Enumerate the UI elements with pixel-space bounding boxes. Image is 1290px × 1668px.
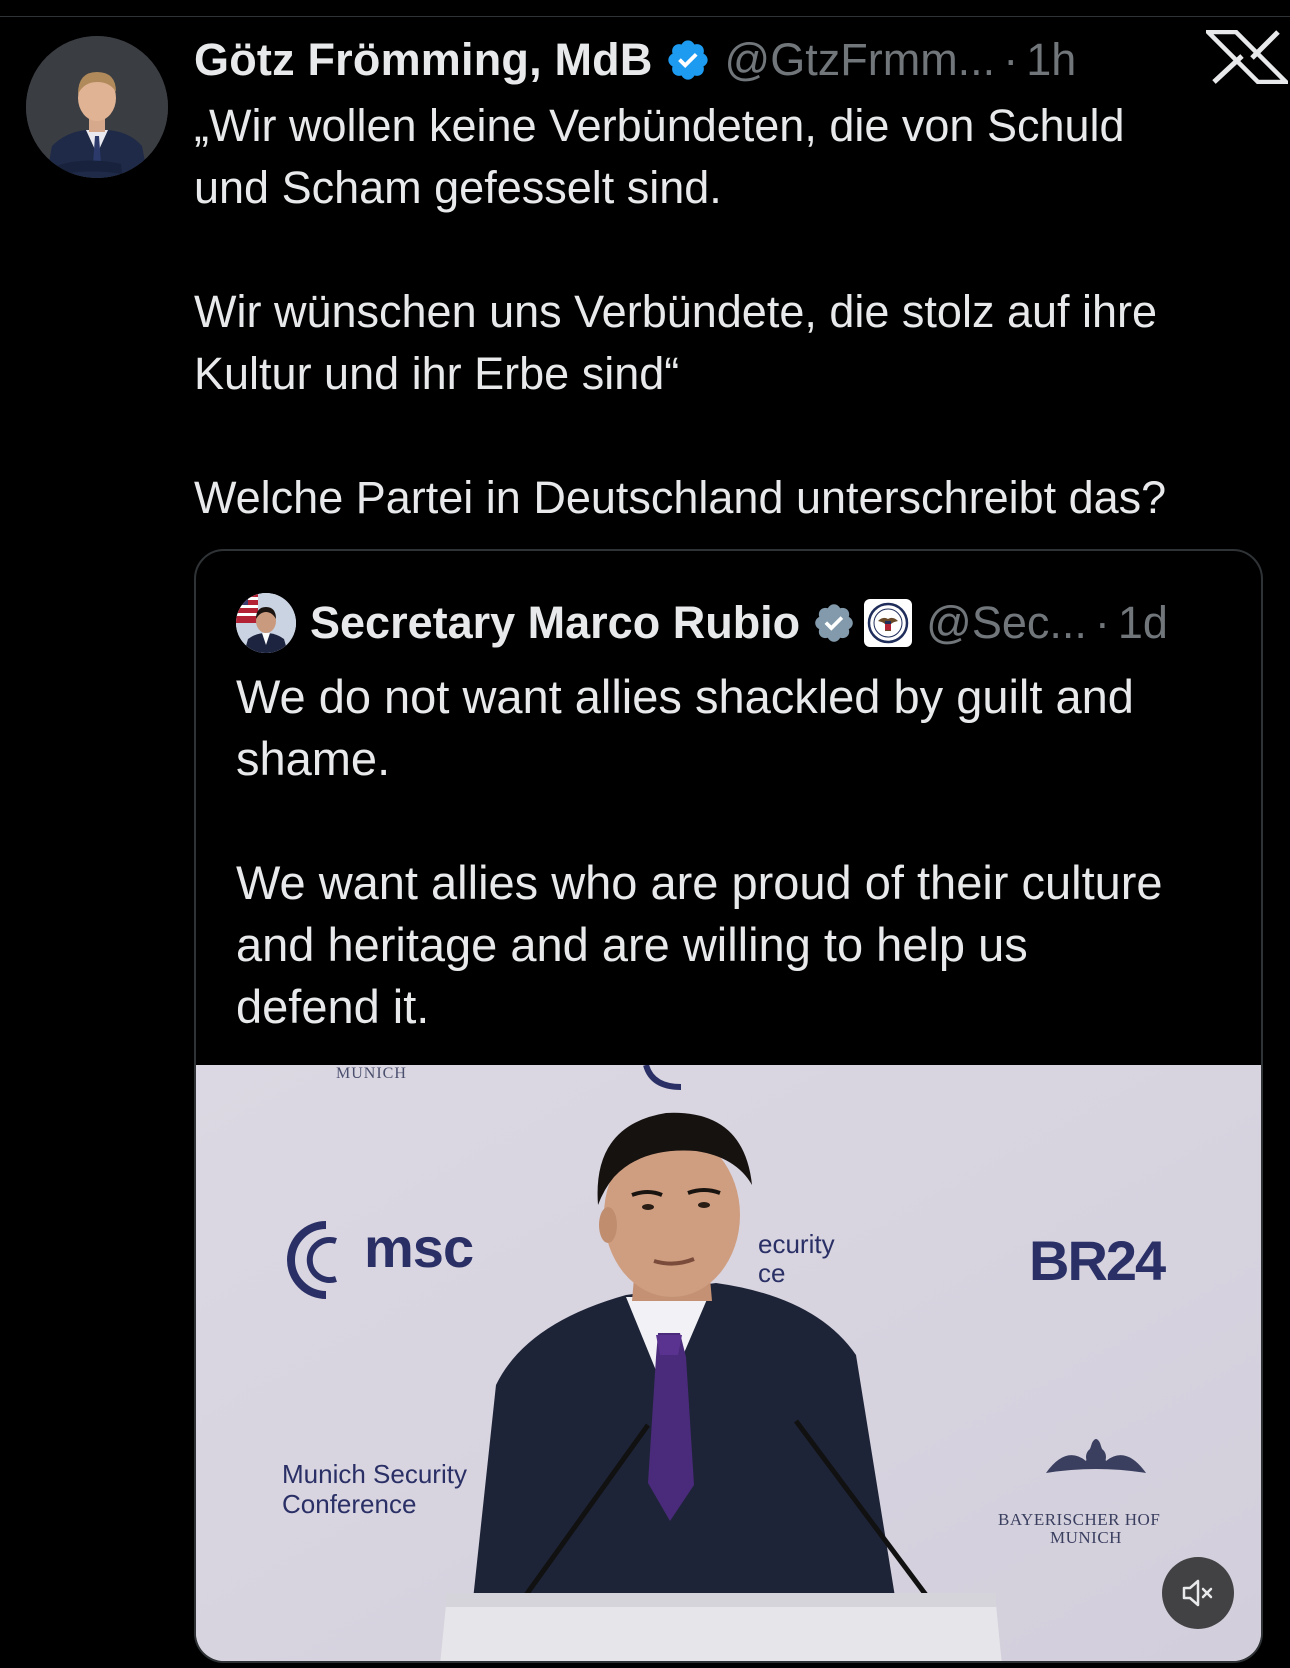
tweet-text-line: und Scham gefesselt sind. (194, 162, 722, 213)
tweet-text-line: Kultur und ihr Erbe sind“ (194, 348, 680, 399)
header-separator: · (1003, 34, 1019, 85)
verified-badge-icon (667, 40, 708, 80)
quoted-author-handle[interactable]: @Sec... (926, 597, 1087, 649)
tweet-timestamp[interactable]: 1h (1026, 34, 1076, 86)
tweet-text-line: Welche Partei in Deutschland unterschrei… (194, 472, 1167, 523)
x-logo-icon (1206, 30, 1288, 84)
quoted-tweet-text: We do not want allies shackled by guilt … (236, 666, 1236, 1038)
munich-security-conference-text: Munich Security Conference (282, 1459, 467, 1519)
msc-logo-text: msc (364, 1216, 474, 1279)
video-frame (196, 1065, 1261, 1661)
quoted-text-line: shame. (236, 732, 391, 785)
quoted-tweet[interactable]: Secretary Marco Rubio @Sec... · 1d We do… (194, 549, 1263, 1663)
msc-full-line: Munich Security (282, 1459, 467, 1489)
quoted-text-line: We do not want allies shackled by guilt … (236, 670, 1134, 723)
security-fragment-text: ce (758, 1258, 786, 1288)
quoted-author-avatar[interactable] (236, 593, 296, 653)
quoted-tweet-header: Secretary Marco Rubio @Sec... · 1d (236, 591, 1236, 655)
br24-logo-text: BR24 (1029, 1229, 1166, 1292)
msc-full-line: Conference (282, 1489, 417, 1519)
tweet-text: „Wir wollen keine Verbündeten, die von S… (194, 95, 1274, 529)
quoted-tweet-timestamp[interactable]: 1d (1118, 597, 1168, 649)
quoted-author-name[interactable]: Secretary Marco Rubio (310, 597, 800, 649)
verified-badge-icon (815, 604, 853, 642)
security-fragment-text: ecurity (758, 1229, 835, 1259)
tweet: Götz Frömming, MdB @GtzFrmm... · 1h „Wir… (0, 0, 1290, 1668)
author-avatar[interactable] (26, 36, 168, 178)
bayerischer-hof-text: BAYERISCHER HOF (998, 1510, 1161, 1529)
quoted-text-line: defend it. (236, 980, 430, 1033)
quoted-text-line: We want allies who are proud of their cu… (236, 856, 1163, 909)
quoted-text-line: and heritage and are willing to help us (236, 918, 1028, 971)
tweet-text-line: „Wir wollen keine Verbündeten, die von S… (194, 100, 1125, 151)
tweet-text-line: Wir wünschen uns Verbündete, die stolz a… (194, 286, 1158, 337)
quoted-header-separator: · (1094, 597, 1110, 648)
author-name[interactable]: Götz Frömming, MdB (194, 34, 653, 86)
tweet-header: Götz Frömming, MdB @GtzFrmm... · 1h (194, 32, 1194, 88)
bayerischer-hof-city-text: MUNICH (1050, 1528, 1122, 1547)
mute-button[interactable] (1162, 1557, 1234, 1629)
video-player[interactable]: MUNICH msc ecurity ce BR24 Munich Securi… (196, 1065, 1261, 1661)
volume-muted-icon (1182, 1579, 1213, 1607)
author-handle[interactable]: @GtzFrmm... (725, 34, 996, 86)
state-department-seal-icon (864, 599, 913, 647)
munich-top-text: MUNICH (336, 1065, 407, 1082)
